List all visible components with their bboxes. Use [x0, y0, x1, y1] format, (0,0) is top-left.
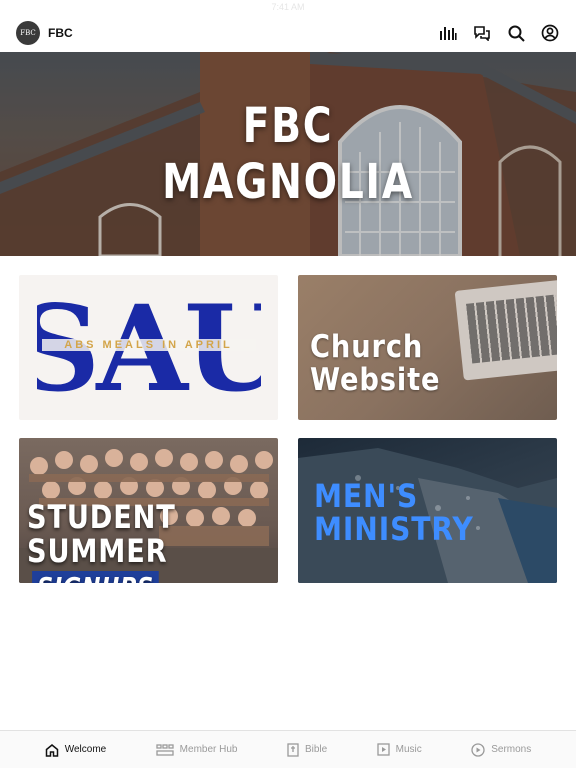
status-bar: 7:41 AM: [0, 0, 576, 14]
student-summer-text: STUDENT SUMMERSIGNUPS: [27, 500, 240, 583]
search-icon[interactable]: [506, 23, 526, 43]
hero-title: FBC MAGNOLIA: [52, 98, 524, 210]
tab-welcome[interactable]: Welcome: [45, 743, 107, 757]
members-icon: [156, 743, 174, 756]
tab-member-hub-label: Member Hub: [179, 744, 238, 755]
mens-ministry-line2: MINISTRY: [314, 510, 474, 548]
home-icon: [45, 743, 58, 757]
status-time: 7:41 AM: [271, 2, 305, 12]
mens-ministry-card[interactable]: MEN'S MINISTRY: [298, 438, 557, 583]
app-header: FBC FBC: [0, 14, 576, 52]
laptop-photo: [454, 279, 557, 381]
hero-banner[interactable]: FBC MAGNOLIA: [0, 52, 576, 256]
bible-icon: [287, 742, 299, 757]
mens-ministry-line1: MEN'S: [314, 477, 419, 515]
logo-text: FBC: [20, 29, 36, 37]
signups-badge: SIGNUPS: [32, 571, 160, 583]
tab-music[interactable]: Music: [376, 743, 422, 756]
church-website-line2: Website: [310, 362, 441, 398]
church-website-card[interactable]: Church Website: [298, 275, 557, 420]
tab-music-label: Music: [395, 744, 422, 755]
music-icon: [376, 743, 390, 756]
tab-sermons-label: Sermons: [491, 744, 532, 755]
hero-title-line2: MAGNOLIA: [162, 154, 414, 210]
bottom-tab-bar: Welcome Member Hub Bible Music Sermons: [0, 730, 576, 768]
church-website-text: Church Website: [310, 331, 440, 397]
chat-icon[interactable]: [472, 23, 492, 43]
hero-title-line1: FBC: [242, 98, 334, 154]
play-circle-icon: [471, 742, 485, 757]
student-summer-line2: SUMMER: [27, 532, 168, 570]
student-summer-line1: STUDENT: [27, 498, 176, 536]
tab-bible[interactable]: Bible: [287, 742, 328, 757]
tab-bible-label: Bible: [304, 744, 328, 755]
tab-welcome-label: Welcome: [64, 744, 107, 755]
tab-member-hub[interactable]: Member Hub: [156, 743, 238, 756]
sau-meals-card[interactable]: SAU ABS MEALS IN APRIL: [19, 275, 278, 420]
chart-bars-icon[interactable]: [438, 23, 458, 43]
sau-tagline: ABS MEALS IN APRIL: [41, 339, 256, 351]
church-logo[interactable]: FBC: [16, 21, 40, 45]
tab-sermons[interactable]: Sermons: [471, 742, 532, 757]
mens-ministry-text: MEN'S MINISTRY: [314, 480, 474, 546]
account-icon[interactable]: [540, 23, 560, 43]
app-title: FBC: [48, 26, 73, 40]
church-website-line1: Church: [310, 329, 424, 365]
student-summer-signups-card[interactable]: STUDENT SUMMERSIGNUPS: [19, 438, 278, 583]
